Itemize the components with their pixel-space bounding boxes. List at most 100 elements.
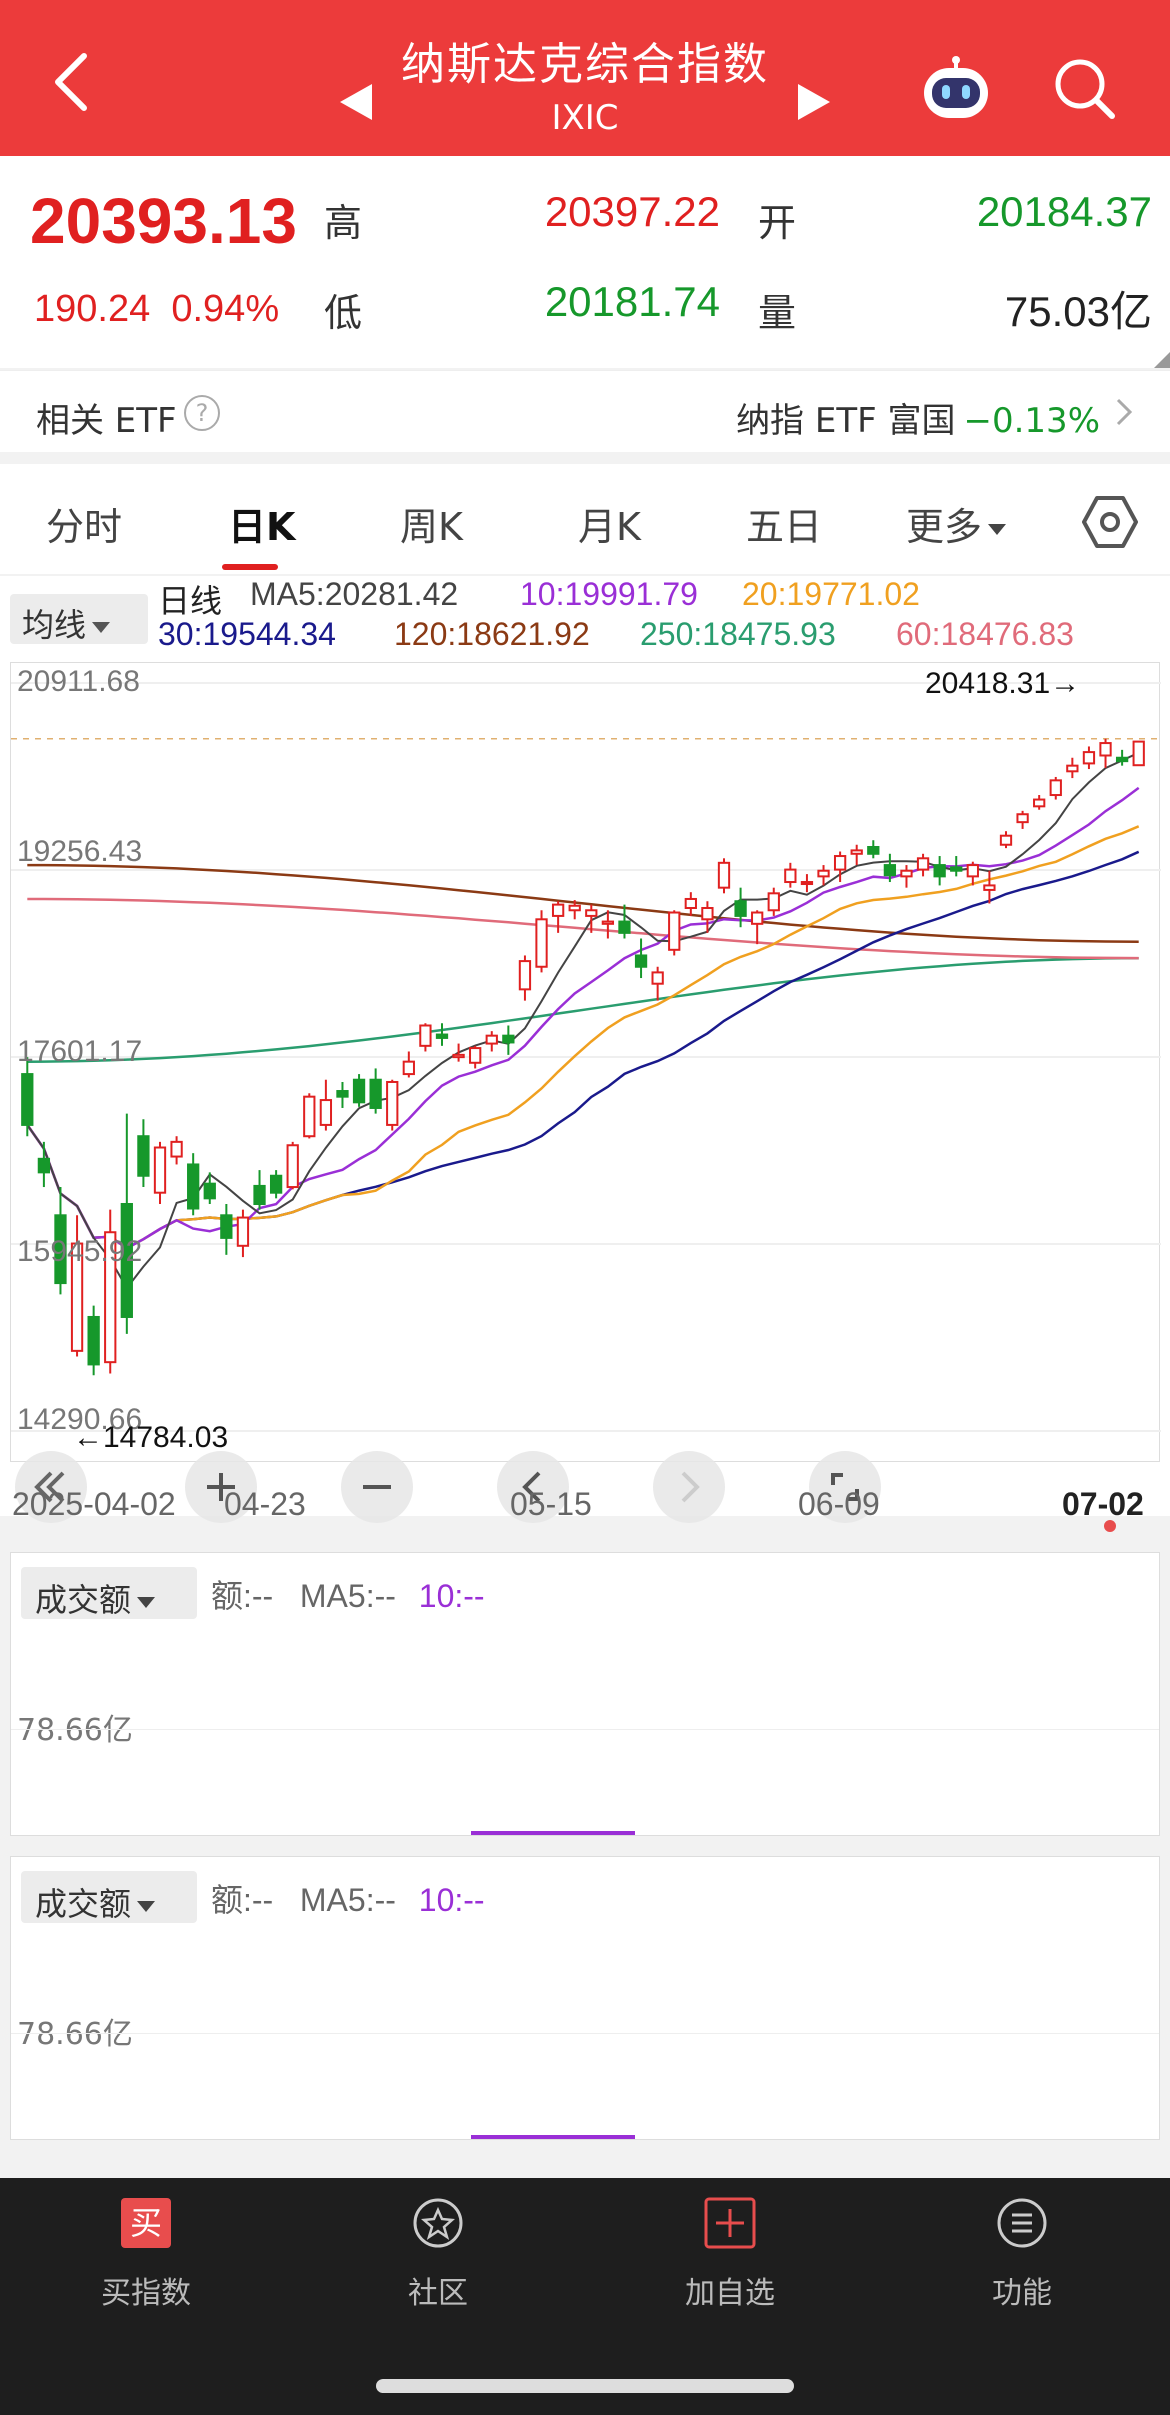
add-watchlist-icon	[704, 2197, 756, 2249]
nav-add-watchlist[interactable]: 加自选	[630, 2196, 830, 2312]
turnover-pane-1: 成交额 额:-- MA5:-- 10:-- 78.66亿	[10, 1552, 1160, 1836]
candle-body	[153, 1146, 167, 1194]
ma-selector[interactable]: 均线	[10, 594, 148, 644]
turnover-ma10: 10:--	[418, 1578, 485, 1614]
menu-icon	[997, 2198, 1047, 2248]
pan-right-icon[interactable]	[653, 1451, 725, 1523]
change-value: 190.24	[34, 288, 151, 330]
quote-panel: 20393.13 190.24 0.94% 高 20397.22 开 20184…	[0, 156, 1170, 368]
back-icon[interactable]	[48, 52, 98, 112]
candle-body	[369, 1078, 382, 1109]
open-label: 开	[758, 201, 797, 245]
turnover-selector[interactable]: 成交额	[21, 1567, 197, 1619]
low-value: 20181.74	[544, 278, 720, 325]
help-icon[interactable]: ?	[184, 395, 220, 431]
candle-body	[1132, 740, 1145, 767]
index-name: 纳斯达克综合指数	[401, 39, 769, 90]
candle-body	[170, 1140, 183, 1158]
volume-value: 75.03亿	[1004, 288, 1152, 335]
candle-body	[352, 1078, 366, 1104]
date-label-5: 07-02	[1062, 1486, 1144, 1522]
tab-more[interactable]: 更多	[906, 496, 1007, 551]
date-label-3: 05-15	[510, 1486, 592, 1522]
current-date-dot	[1104, 1520, 1116, 1532]
kline-plot[interactable]: 20911.68 19256.43 17601.17 15945.92 1429…	[10, 662, 1161, 1523]
candle-body	[220, 1214, 233, 1239]
date-label-2: 04-23	[224, 1486, 306, 1522]
turnover-scale: 78.66亿	[17, 2017, 133, 2052]
related-etf-row[interactable]: 相关 ETF ? 纳指 ETF 富国 −0.13%	[0, 370, 1170, 452]
robot-assistant-icon[interactable]	[918, 56, 994, 122]
nav-buy-index[interactable]: 买 买指数	[46, 2196, 246, 2312]
index-code: IXIC	[551, 98, 619, 138]
gridline	[11, 2033, 1159, 2034]
turnover-info: 额:-- MA5:-- 10:--	[211, 1875, 485, 1921]
tab-more-label: 更多	[906, 505, 983, 549]
chevron-right-icon[interactable]	[1114, 397, 1134, 427]
last-price: 20393.13	[30, 185, 297, 257]
tab-monthly-k[interactable]: 月K	[578, 496, 641, 551]
turnover-selector[interactable]: 成交额	[21, 1871, 197, 1923]
buy-icon: 买	[121, 2198, 171, 2248]
candle-body	[784, 868, 797, 884]
prev-index-icon[interactable]	[340, 84, 372, 120]
change-percent: 0.94%	[171, 288, 280, 330]
tab-intraday[interactable]: 分时	[46, 496, 122, 551]
candle-body	[452, 1053, 465, 1059]
candle-body	[203, 1182, 216, 1200]
ma250-value: 250:18475.93	[640, 616, 836, 652]
search-icon[interactable]	[1052, 56, 1116, 120]
candle-body	[568, 904, 581, 912]
bottom-nav: 买 买指数 社区 加自选 功能	[0, 2178, 1170, 2415]
caret-down-icon	[137, 1596, 156, 1608]
ma10-value: 10:19991.79	[520, 576, 698, 612]
tab-five-day[interactable]: 五日	[746, 496, 822, 551]
expand-corner-icon[interactable]	[1154, 352, 1170, 368]
candle-body	[286, 1144, 299, 1189]
candle-body	[751, 911, 764, 925]
turnover-scale: 78.66亿	[17, 1713, 133, 1748]
candle-body	[833, 855, 847, 871]
candle-body	[618, 920, 631, 934]
low-label: 低	[324, 291, 363, 335]
nav-functions[interactable]: 功能	[922, 2196, 1122, 2312]
candle-body	[1099, 742, 1112, 757]
etf-label: 相关 ETF	[36, 401, 177, 441]
price-label-top: 20911.68	[17, 665, 140, 698]
period-low-marker: ←14784.03	[73, 1421, 229, 1454]
turnover-amount: 额:--	[211, 1578, 274, 1614]
candle-body	[303, 1095, 316, 1138]
candle-body	[187, 1163, 200, 1210]
etf-name: 纳指 ETF 富国	[736, 401, 956, 441]
turnover-selector-label: 成交额	[35, 1581, 132, 1619]
next-index-icon[interactable]	[798, 84, 830, 120]
candle-body	[551, 903, 565, 917]
scroll-indicator	[471, 2135, 635, 2139]
ma60-value: 60:18476.83	[896, 616, 1074, 652]
kline-svg	[11, 682, 1161, 1432]
caret-down-icon	[92, 621, 111, 633]
turnover-selector-label: 成交额	[35, 1885, 132, 1923]
high-value: 20397.22	[544, 188, 720, 235]
candle-body	[916, 857, 930, 871]
candle-body	[21, 1073, 34, 1126]
candle-body	[319, 1099, 333, 1126]
settings-hexagon-icon[interactable]	[1082, 494, 1138, 550]
candle-body	[535, 918, 548, 968]
candle-body	[1049, 779, 1062, 797]
tab-daily-k[interactable]: 日K	[228, 496, 295, 551]
turnover-pane-2: 成交额 额:-- MA5:-- 10:-- 78.66亿	[10, 1856, 1160, 2140]
turnover-ma5: MA5:--	[299, 1578, 396, 1614]
ma120-value: 120:18621.92	[394, 616, 590, 652]
candle-body	[87, 1315, 100, 1366]
turnover-ma10: 10:--	[418, 1882, 485, 1918]
candle-body	[236, 1216, 250, 1247]
zoom-out-icon[interactable]	[341, 1451, 413, 1523]
turnover-ma5: MA5:--	[299, 1882, 396, 1918]
caret-down-icon	[988, 524, 1007, 535]
candle-body	[767, 892, 780, 912]
app-header: 纳斯达克综合指数 IXIC	[0, 0, 1170, 156]
etf-percent: −0.13%	[963, 401, 1101, 441]
nav-community[interactable]: 社区	[338, 2196, 538, 2312]
tab-weekly-k[interactable]: 周K	[400, 496, 463, 551]
